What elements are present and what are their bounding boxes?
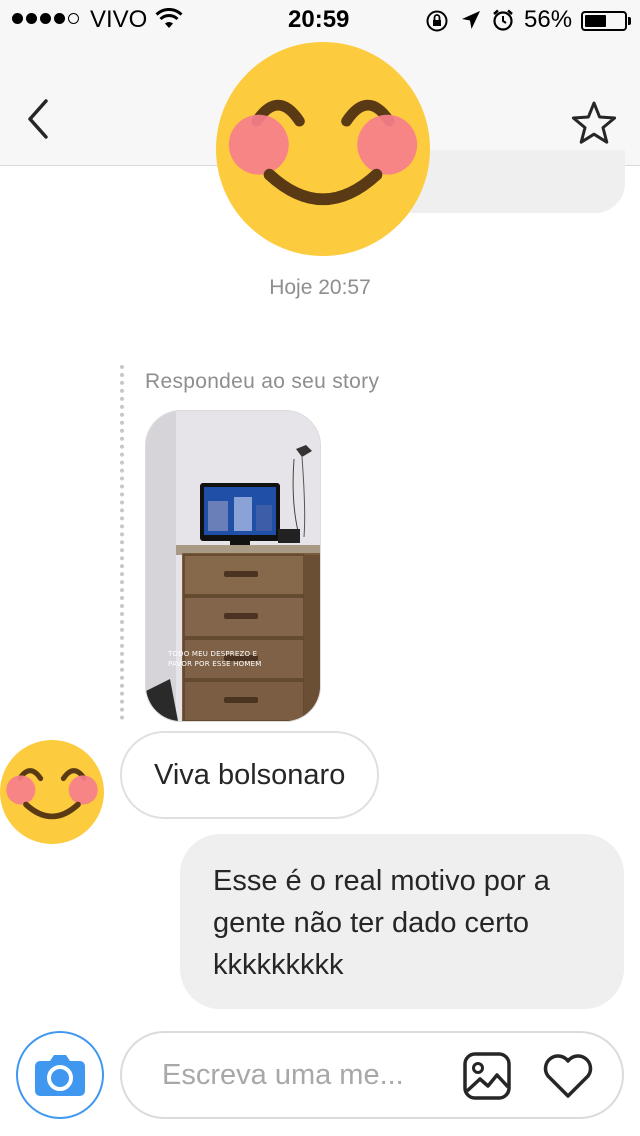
battery-percent: 56% — [524, 6, 573, 33]
story-image — [146, 411, 320, 721]
message-line: gente não ter dado certo — [213, 907, 530, 939]
heart-outline-icon[interactable] — [542, 1053, 594, 1099]
story-thumbnail[interactable]: TODO MEU DESPREZO E PAVOR POR ESSE HOMEM — [145, 410, 321, 722]
message-timestamp: Hoje 20:57 — [269, 276, 371, 299]
status-bar: VIVO 20:59 56% — [0, 0, 640, 40]
image-icon[interactable] — [462, 1051, 512, 1101]
location-arrow-icon — [462, 11, 480, 29]
message-bubble-outgoing[interactable]: Esse é o real motivo por a gente não ter… — [180, 834, 624, 1009]
wifi-icon — [155, 8, 183, 28]
battery-icon — [581, 11, 627, 31]
camera-button[interactable] — [16, 1031, 104, 1119]
alarm-icon — [493, 9, 513, 31]
message-line: Esse é o real motivo por a — [213, 865, 550, 897]
carrier-name: VIVO — [90, 6, 148, 33]
signal-strength-icon — [12, 13, 79, 24]
reply-indicator-line — [120, 365, 124, 720]
story-reply-label: Respondeu ao seu story — [145, 370, 380, 393]
star-outline-icon[interactable] — [570, 100, 618, 146]
avatar[interactable] — [216, 42, 430, 256]
camera-icon — [35, 1055, 85, 1096]
sender-avatar[interactable] — [0, 740, 104, 844]
rotation-lock-icon — [426, 10, 448, 32]
message-input[interactable] — [162, 1051, 432, 1099]
story-caption: TODO MEU DESPREZO E PAVOR POR ESSE HOMEM — [168, 650, 262, 668]
message-bubble-incoming[interactable]: Viva bolsonaro — [120, 731, 380, 819]
message-line: kkkkkkkkk — [213, 949, 344, 981]
chevron-left-icon[interactable] — [24, 98, 54, 140]
message-composer — [120, 1031, 624, 1119]
clock: 20:59 — [288, 6, 350, 33]
